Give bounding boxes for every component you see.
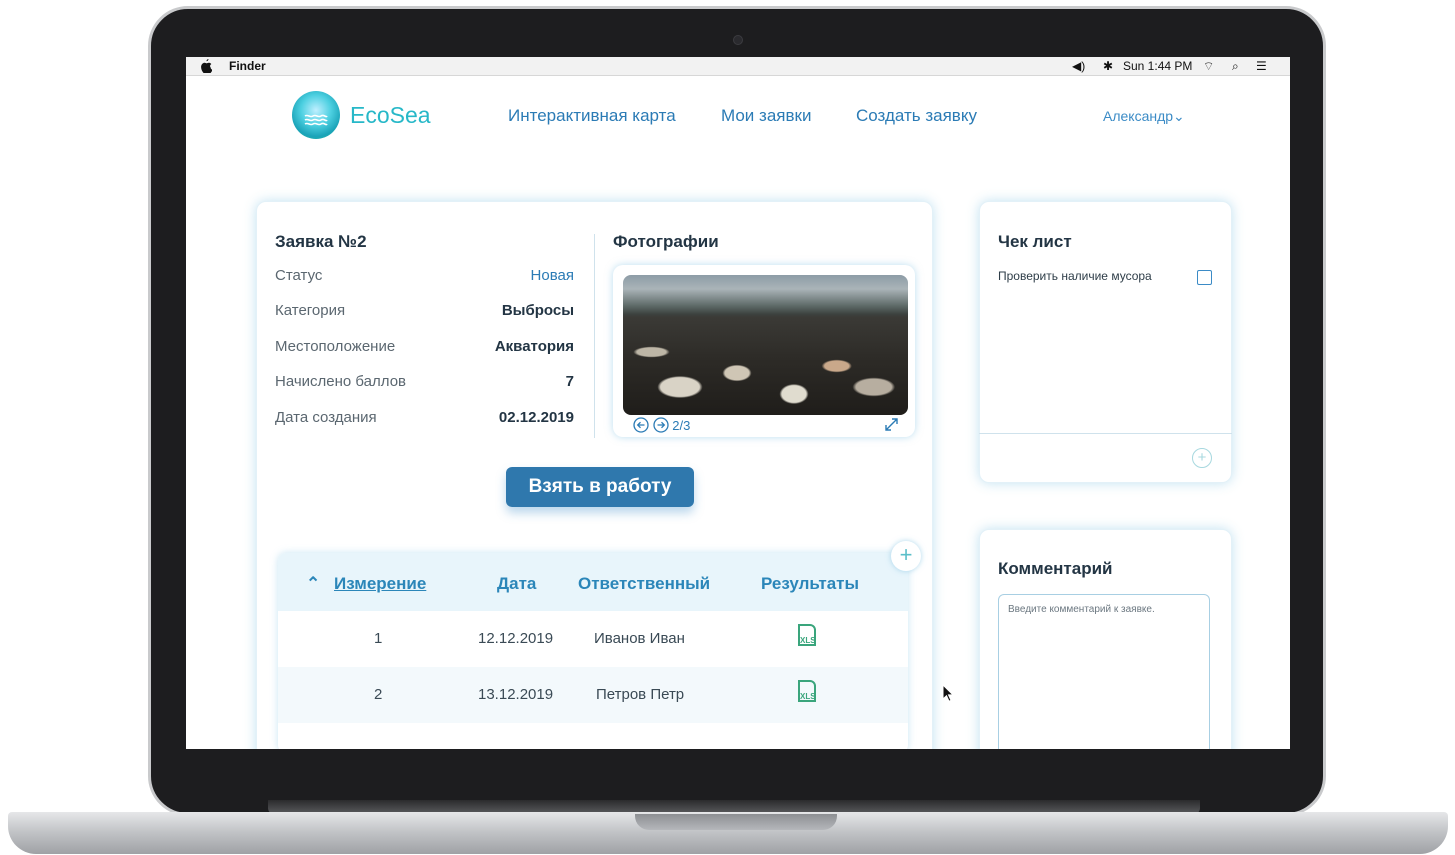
take-to-work-button[interactable]: Взять в работу [506,467,694,507]
cursor-icon [942,683,955,707]
checkbox-icon[interactable] [1197,270,1212,285]
checklist-item-label: Проверить наличие мусора [998,269,1152,283]
vertical-divider [594,234,595,438]
field-label-status: Статус [275,267,323,284]
list-icon[interactable]: ☰ [1256,59,1267,73]
brand-name[interactable]: EcoSea [350,102,431,129]
field-value-location: Акватория [494,338,574,355]
column-measurement[interactable]: Измерение [334,574,426,594]
logo-waves [304,113,328,127]
table-row[interactable]: 1 12.12.2019 Иванов Иван XLS [278,611,908,667]
comment-title: Комментарий [998,559,1113,578]
checklist-title: Чек лист [998,232,1072,251]
photo-controls: 2/3 [633,417,690,433]
arrow-left-icon[interactable] [633,417,653,433]
table-header: ⌃ Измерение Дата Ответственный Результат… [278,553,908,611]
column-results[interactable]: Результаты [761,574,859,594]
bluetooth-icon[interactable]: ✱ [1103,59,1113,73]
add-measurement-button[interactable]: + [891,541,921,571]
user-menu[interactable]: Александр⌄ [1103,108,1185,125]
comment-placeholder: Введите комментарий к заявке. [1008,604,1155,615]
screen: Finder ◀) ✱ Sun 1:44 PM ⌔ ⌕ ☰ EcoSea Инт… [186,57,1290,749]
camera [733,35,743,45]
expand-icon[interactable] [884,417,899,436]
photo-image[interactable] [623,275,908,415]
nav-create-request[interactable]: Создать заявку [856,106,977,126]
add-checklist-item-button[interactable]: + [1192,448,1212,468]
field-label-category: Категория [275,302,346,319]
xls-file-icon[interactable]: XLS [798,624,816,646]
xls-file-icon[interactable]: XLS [798,680,816,702]
volume-icon[interactable]: ◀) [1072,59,1085,73]
menubar-app-name[interactable]: Finder [229,59,266,73]
field-value-created: 02.12.2019 [498,409,574,426]
cell-date: 13.12.2019 [478,686,554,703]
arrow-right-icon[interactable] [652,417,673,433]
search-icon[interactable]: ⌕ [1232,59,1239,73]
nav-my-requests[interactable]: Мои заявки [721,106,811,126]
request-title: Заявка №2 [275,232,367,251]
measurements-table: ⌃ Измерение Дата Ответственный Результат… [278,553,908,749]
cell-number: 2 [374,686,383,703]
photo-counter: 2/3 [672,418,691,433]
photos-title: Фотографии [613,232,719,251]
field-value-category: Выбросы [501,302,574,319]
table-row[interactable]: 2 13.12.2019 Петров Петр XLS [278,667,908,723]
field-value-points: 7 [565,373,574,390]
column-date[interactable]: Дата [497,574,536,594]
apple-icon[interactable] [200,59,213,76]
menubar: Finder ◀) ✱ Sun 1:44 PM ⌔ ⌕ ☰ [186,57,1290,76]
chevron-up-icon[interactable]: ⌃ [306,574,320,594]
nav-interactive-map[interactable]: Интерактивная карта [508,106,676,126]
cell-responsible: Иванов Иван [594,630,685,647]
cell-number: 1 [374,630,383,647]
field-label-created: Дата создания [275,409,377,426]
menubar-clock[interactable]: Sun 1:44 PM [1123,59,1192,73]
laptop-notch [635,814,837,830]
field-value-status: Новая [530,267,574,284]
cell-responsible: Петров Петр [596,686,685,703]
wifi-icon[interactable]: ⌔ [1203,59,1214,73]
comment-input[interactable] [998,594,1210,749]
column-responsible[interactable]: Ответственный [578,574,710,594]
checklist-divider [979,433,1232,434]
cell-date: 12.12.2019 [478,630,554,647]
